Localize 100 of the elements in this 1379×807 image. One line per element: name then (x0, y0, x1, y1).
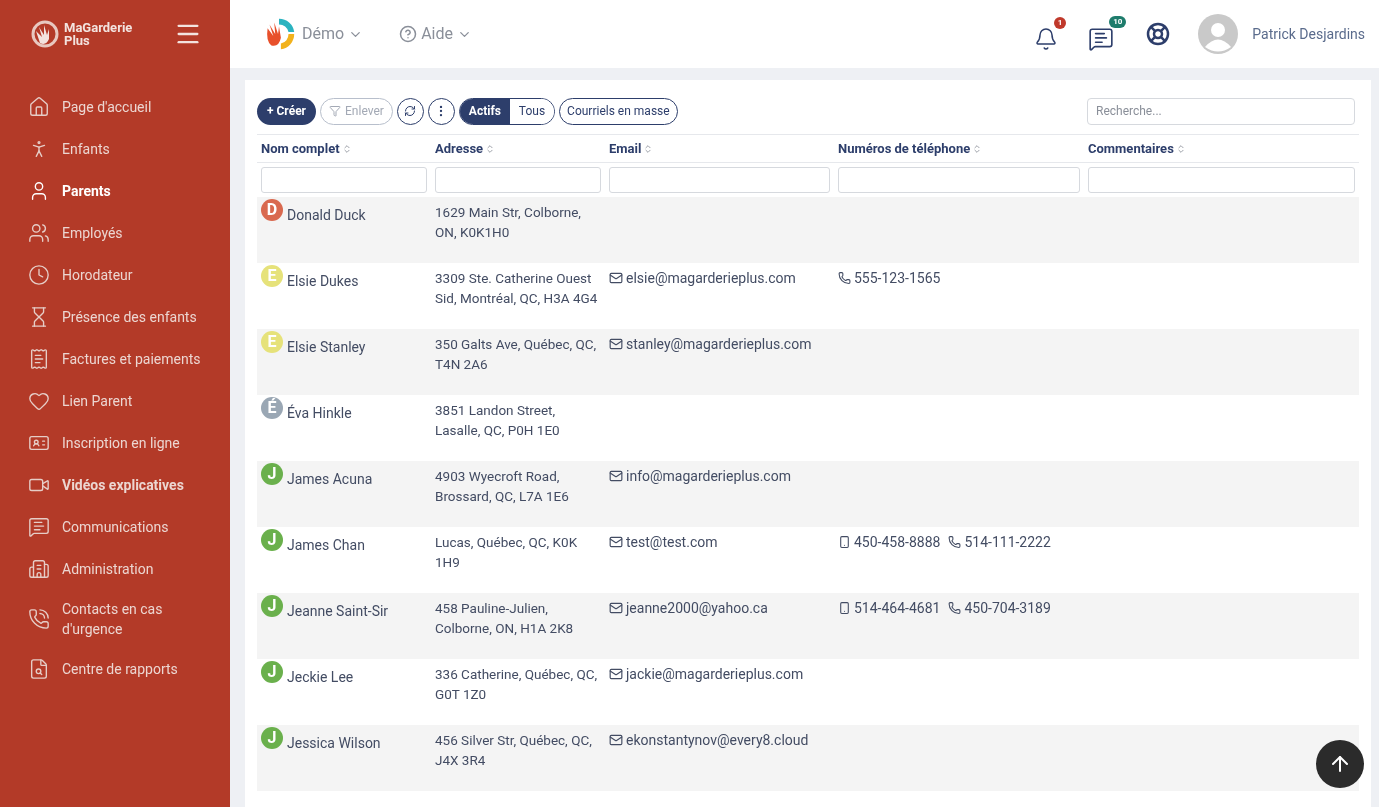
column-header[interactable]: Numéros de téléphone (834, 138, 1084, 159)
avatar-icon (1198, 14, 1239, 54)
table-row[interactable]: J James Acuna 4903 Wyecroft Road, Brossard, QC, L7A 1E6 info@magarderieplus.com (257, 461, 1359, 527)
phone-number: 450-704-3189 (964, 599, 1051, 618)
sidebar-item[interactable]: Présence des enfants (0, 296, 230, 338)
envelope-icon (609, 337, 623, 351)
table-row[interactable]: J Jeanne Saint-Sir 458 Pauline-Julien, Colborne, ON, H1A 2K8 jeanne2000@yahoo.ca 514-464-4681 450-704-3189 (257, 593, 1359, 659)
email-link[interactable]: stanley@magarderieplus.com (626, 334, 812, 354)
message-count: 10 (1109, 16, 1127, 28)
sidebar-item[interactable]: Parents (0, 170, 230, 212)
envelope-icon (609, 733, 623, 747)
sidebar-item[interactable]: Communications (0, 506, 230, 548)
table-row[interactable]: E Elsie Stanley 350 Galts Ave, Québec, QC, T4N 2A6 stanley@magarderieplus.com (257, 329, 1359, 395)
envelope-icon (609, 667, 623, 681)
users-icon (28, 222, 50, 244)
email-link[interactable]: info@magarderieplus.com (626, 466, 791, 486)
sidebar-item[interactable]: Lien Parent (0, 380, 230, 422)
message-icon (1088, 26, 1115, 52)
sidebar-item[interactable]: Enfants (0, 128, 230, 170)
initial-avatar: J (261, 529, 283, 551)
column-header[interactable]: Nom complet (257, 138, 431, 159)
address-text: Lucas, Québec, QC, K0K 1H9 (435, 533, 579, 572)
phone-number: 514-464-4681 (854, 599, 941, 618)
phone-icon (28, 608, 50, 630)
parent-name: Éva Hinkle (287, 403, 352, 423)
notification-count: 1 (1053, 17, 1067, 29)
sidebar-item[interactable]: Horodateur (0, 254, 230, 296)
sidebar-item[interactable]: Contacts en cas d'urgence (0, 590, 230, 648)
phone-icon (838, 271, 851, 285)
phone-icon (948, 601, 962, 615)
column-filter-field[interactable] (261, 167, 427, 193)
address-text: 336 Catherine, Québec, QC, G0T 1Z0 (435, 665, 599, 704)
report-icon (28, 658, 50, 680)
address-text: 4903 Wyecroft Road, Brossard, QC, L7A 1E6 (435, 467, 570, 506)
sort-icon (643, 143, 654, 154)
sidebar-item[interactable]: Centre de rapports (0, 648, 230, 690)
column-header[interactable]: Commentaires (1084, 138, 1359, 159)
notifications-button[interactable]: 1 (1034, 17, 1067, 51)
column-filter-field[interactable] (435, 167, 601, 193)
sidebar-item[interactable]: Factures et paiements (0, 338, 230, 380)
email-link[interactable]: ekonstantynov@every8.cloud (626, 730, 809, 750)
phone-number: 514-111-2222 (964, 533, 1051, 552)
clock-icon (28, 264, 50, 286)
parent-name: Jeanne Saint-Sir (287, 602, 389, 621)
column-header[interactable]: Adresse (431, 138, 605, 159)
heart-icon (28, 390, 50, 412)
envelope-icon (609, 469, 623, 483)
sidebar-item[interactable]: Employés (0, 212, 230, 254)
email-link[interactable]: jackie@magarderieplus.com (626, 664, 804, 684)
address-text: 350 Galts Ave, Québec, QC, T4N 2A6 (435, 335, 598, 374)
support-button[interactable] (1146, 22, 1171, 46)
column-filter-field[interactable] (609, 167, 830, 193)
email-link[interactable]: elsie@magarderieplus.com (626, 268, 796, 288)
parent-name: James Chan (287, 536, 365, 555)
filter-tab[interactable]: Actifs (459, 98, 510, 124)
column-filter-field[interactable] (838, 167, 1080, 193)
sidebar-item[interactable]: Page d'accueil (0, 86, 230, 128)
initial-avatar: J (261, 727, 283, 749)
initial-avatar: E (261, 331, 283, 353)
initial-avatar: J (261, 661, 283, 683)
address-text: 456 Silver Str, Québec, QC, J4X 3R4 (435, 731, 593, 770)
messages-button[interactable]: 10 (1088, 16, 1127, 52)
address-text: 3309 Ste. Catherine Ouest Sid, Montréal, QC, H3A 4G4 (435, 269, 599, 308)
help-icon (399, 25, 418, 43)
sort-icon (485, 143, 496, 154)
lifebuoy-icon (1146, 22, 1171, 46)
phone-number: 555-123-1565 (854, 269, 941, 288)
hand-logo-icon (30, 19, 60, 49)
parent-name: Elsie Stanley (287, 338, 366, 357)
email-link[interactable]: jeanne2000@yahoo.ca (626, 598, 768, 618)
create-button[interactable]: + Créer (257, 97, 316, 125)
address-text: 3851 Landon Street, Lasalle, QC, P0H 1E0 (435, 401, 561, 440)
column-filter-field[interactable] (1088, 167, 1355, 193)
parent-name: Jessica Wilson (287, 734, 381, 753)
search-field[interactable]: Recherche... (1087, 97, 1355, 125)
table-row[interactable]: D Donald Duck 1629 Main Str, Colborne, ON, K0K1H0 (257, 197, 1359, 263)
envelope-icon (609, 535, 623, 549)
column-header[interactable]: Email (605, 138, 834, 159)
building-icon (28, 558, 50, 580)
sidebar-item[interactable]: Vidéos explicatives (0, 464, 230, 506)
initial-avatar: É (261, 397, 283, 419)
address-text: 458 Pauline-Julien, Colborne, ON, H1A 2K8 (435, 599, 575, 638)
sidebar-item[interactable]: Inscription en ligne (0, 422, 230, 464)
phone-number: 450-458-8888 (854, 533, 941, 552)
address-text: 1629 Main Str, Colborne, ON, K0K1H0 (435, 203, 582, 242)
refresh-icon (404, 105, 417, 117)
brand-name: MaGarderie Plus (64, 21, 134, 47)
initial-avatar: J (261, 595, 283, 617)
mobile-icon (838, 601, 851, 615)
sort-icon (341, 143, 352, 154)
filter-icon (329, 105, 341, 117)
envelope-icon (609, 601, 623, 615)
initial-avatar: E (261, 265, 283, 287)
chat-icon (28, 516, 50, 538)
sidebar-item[interactable]: Administration (0, 548, 230, 590)
user-name[interactable]: Patrick Desjardins (1252, 23, 1365, 45)
table-row[interactable]: J Jessica Wilson 456 Silver Str, Québec, QC, J4X 3R4 ekonstantynov@every8.cloud (257, 725, 1359, 791)
email-link[interactable]: test@test.com (626, 532, 718, 552)
parent-name: James Acuna (287, 470, 373, 489)
bell-icon (1034, 27, 1059, 51)
